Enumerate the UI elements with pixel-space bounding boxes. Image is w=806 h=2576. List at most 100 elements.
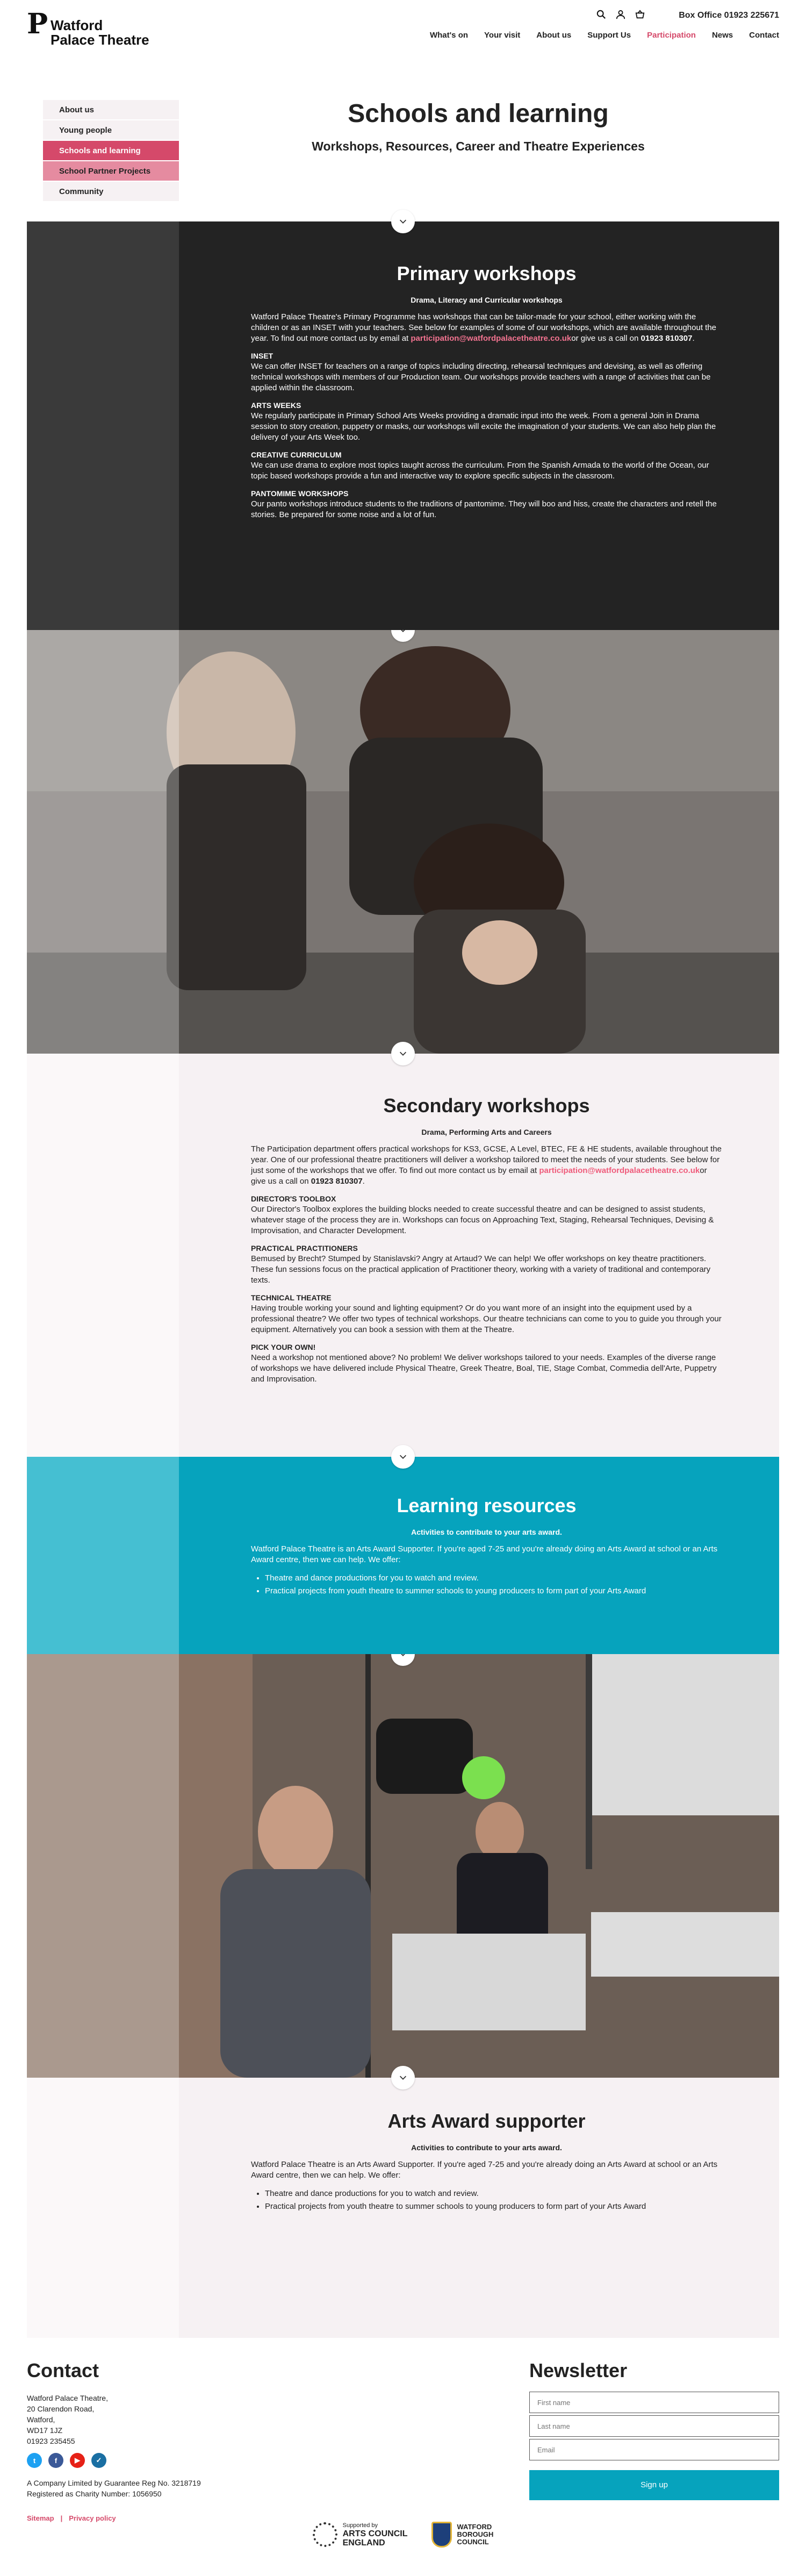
section-intro: The Participation department offers prac… <box>251 1144 722 1186</box>
email-link[interactable]: participation@watfordpalacetheatre.co.uk <box>411 334 571 343</box>
block-heading: PRACTICAL PRACTITIONERS <box>251 1244 358 1253</box>
site-footer: Contact Watford Palace Theatre, 20 Clare… <box>0 2338 806 2564</box>
address-line: Watford Palace Theatre, <box>27 2394 108 2402</box>
sitemap-link[interactable]: Sitemap <box>27 2514 54 2522</box>
arts-council-text: Supported by ARTS COUNCIL ENGLAND <box>343 2522 408 2548</box>
site-logo[interactable]: P Watford Palace Theatre <box>27 10 149 47</box>
section-side-band <box>27 2078 179 2338</box>
section-side-band <box>27 221 179 630</box>
footer-contact-title: Contact <box>27 2359 99 2381</box>
logo-text: Watford Palace Theatre <box>51 18 149 47</box>
section-title: Learning resources <box>397 1494 577 1516</box>
newsletter-title: Newsletter <box>529 2359 628 2381</box>
photo-side-shade <box>27 630 179 1054</box>
arts-council-mark-icon <box>312 2522 337 2547</box>
block-heading: CREATIVE CURRICULUM <box>251 450 342 459</box>
learning-resources-section: Learning resources Activities to contrib… <box>27 1445 779 1654</box>
block-text: We can use drama to explore most topics … <box>251 461 709 481</box>
sign-up-button[interactable]: Sign up <box>529 2470 779 2500</box>
list-item: Theatre and dance productions for you to… <box>265 2187 722 2200</box>
main-nav: What's on Your visit About us Support Us… <box>430 31 779 40</box>
block-heading: INSET <box>251 352 274 360</box>
box-office-phone[interactable]: Box Office 01923 225671 <box>679 11 779 20</box>
sidebar-item-community[interactable]: Community <box>43 182 179 202</box>
section-subtitle: Drama, Performing Arts and Careers <box>421 1128 552 1136</box>
sidebar-item-about-us[interactable]: About us <box>43 100 179 120</box>
social-links: t f ▶ ✓ <box>27 2453 296 2468</box>
nav-participation[interactable]: Participation <box>647 31 696 40</box>
first-name-field[interactable] <box>529 2392 779 2413</box>
sidebar-item-schools-and-learning[interactable]: Schools and learning <box>43 141 179 161</box>
arts-council-logo[interactable]: Supported by ARTS COUNCIL ENGLAND <box>312 2522 408 2548</box>
privacy-policy-link[interactable]: Privacy policy <box>69 2514 116 2522</box>
section-intro: Watford Palace Theatre is an Arts Award … <box>251 1544 718 1564</box>
chevron-down-icon[interactable] <box>391 1445 415 1469</box>
basket-icon[interactable] <box>635 10 645 22</box>
council-text: WATFORD BOROUGH COUNCIL <box>457 2523 494 2546</box>
offer-list: Theatre and dance productions for you to… <box>251 2187 722 2213</box>
section-intro: Watford Palace Theatre's Primary Program… <box>251 312 717 343</box>
secondary-workshops-section: Secondary workshops Drama, Performing Ar… <box>27 1042 779 1457</box>
resources-content: Learning resources Activities to contrib… <box>251 1457 722 1598</box>
last-name-field[interactable] <box>529 2415 779 2437</box>
search-icon[interactable] <box>596 10 606 22</box>
youtube-icon[interactable]: ▶ <box>70 2453 85 2468</box>
section-side-band <box>27 1457 179 1654</box>
footer-contact: Contact Watford Palace Theatre, 20 Clare… <box>27 2359 296 2522</box>
nav-support-us[interactable]: Support Us <box>587 31 631 40</box>
section-intro: Watford Palace Theatre is an Arts Award … <box>251 2160 718 2180</box>
sidebar-item-young-people[interactable]: Young people <box>43 120 179 141</box>
block-heading: TECHNICAL THEATRE <box>251 1293 332 1302</box>
block-heading: ARTS WEEKS <box>251 401 301 410</box>
arts-council-line-2: ENGLAND <box>342 2538 385 2548</box>
block-text: Having trouble working your sound and li… <box>251 1304 722 1334</box>
list-item: Theatre and dance productions for you to… <box>265 1572 722 1585</box>
block-text: Our Director's Toolbox explores the buil… <box>251 1205 714 1235</box>
watford-borough-council-logo[interactable]: WATFORD BOROUGH COUNCIL <box>431 2522 494 2548</box>
primary-workshops-section: Primary workshops Drama, Literacy and Cu… <box>27 210 779 630</box>
council-line-3: COUNCIL <box>457 2538 489 2546</box>
email-link[interactable]: participation@watfordpalacetheatre.co.uk <box>539 1166 700 1175</box>
sidebar-item-school-partner-projects[interactable]: School Partner Projects <box>43 161 179 182</box>
intro-tail: or give us a call on <box>571 334 641 343</box>
arts-award-content: Arts Award supporter Activities to contr… <box>251 2078 722 2213</box>
address-line: 20 Clarendon Road, <box>27 2405 95 2413</box>
chevron-down-icon[interactable] <box>391 210 415 233</box>
charity-number: Registered as Charity Number: 1056950 <box>27 2489 162 2498</box>
section-title: Secondary workshops <box>383 1094 590 1117</box>
chevron-down-icon[interactable] <box>391 1042 415 1065</box>
twitter-icon[interactable]: t <box>27 2453 42 2468</box>
chevron-down-icon[interactable] <box>391 2066 415 2090</box>
tripadvisor-icon[interactable]: ✓ <box>91 2453 106 2468</box>
secondary-content: Secondary workshops Drama, Performing Ar… <box>251 1054 722 1385</box>
facebook-icon[interactable]: f <box>48 2453 63 2468</box>
address-line: Watford, <box>27 2415 55 2424</box>
block-text: We regularly participate in Primary Scho… <box>251 411 716 442</box>
page-title: Schools and learning <box>348 99 609 128</box>
primary-content: Primary workshops Drama, Literacy and Cu… <box>251 221 722 520</box>
logo-line-2: Palace Theatre <box>51 32 149 48</box>
email-field[interactable] <box>529 2439 779 2460</box>
block-text: Our panto workshops introduce students t… <box>251 499 717 519</box>
footer-phone[interactable]: 01923 235455 <box>27 2437 75 2445</box>
block-text: Need a workshop not mentioned above? No … <box>251 1353 717 1384</box>
supported-by-label: Supported by <box>342 2522 378 2529</box>
block-heading: DIRECTOR'S TOOLBOX <box>251 1194 336 1203</box>
nav-contact[interactable]: Contact <box>749 31 779 40</box>
user-icon[interactable] <box>616 10 625 22</box>
phone-number: 01923 810307 <box>311 1177 363 1186</box>
section-subtitle: Activities to contribute to your arts aw… <box>411 2143 562 2152</box>
section-subtitle: Activities to contribute to your arts aw… <box>411 1528 562 1536</box>
block-heading: PICK YOUR OWN! <box>251 1343 316 1351</box>
council-crest-icon <box>431 2522 452 2548</box>
footer-legal: A Company Limited by Guarantee Reg No. 3… <box>27 2478 296 2499</box>
nav-whats-on[interactable]: What's on <box>430 31 468 40</box>
block-text: Bemused by Brecht? Stumped by Stanislavs… <box>251 1254 711 1285</box>
section-sidebar: About us Young people Schools and learni… <box>43 100 179 202</box>
list-item: Practical projects from youth theatre to… <box>265 2200 722 2213</box>
block-heading: PANTOMIME WORKSHOPS <box>251 489 349 498</box>
nav-your-visit[interactable]: Your visit <box>484 31 520 40</box>
nav-news[interactable]: News <box>712 31 733 40</box>
nav-about-us[interactable]: About us <box>536 31 571 40</box>
footer-links: Sitemap | Privacy policy <box>27 2514 296 2522</box>
